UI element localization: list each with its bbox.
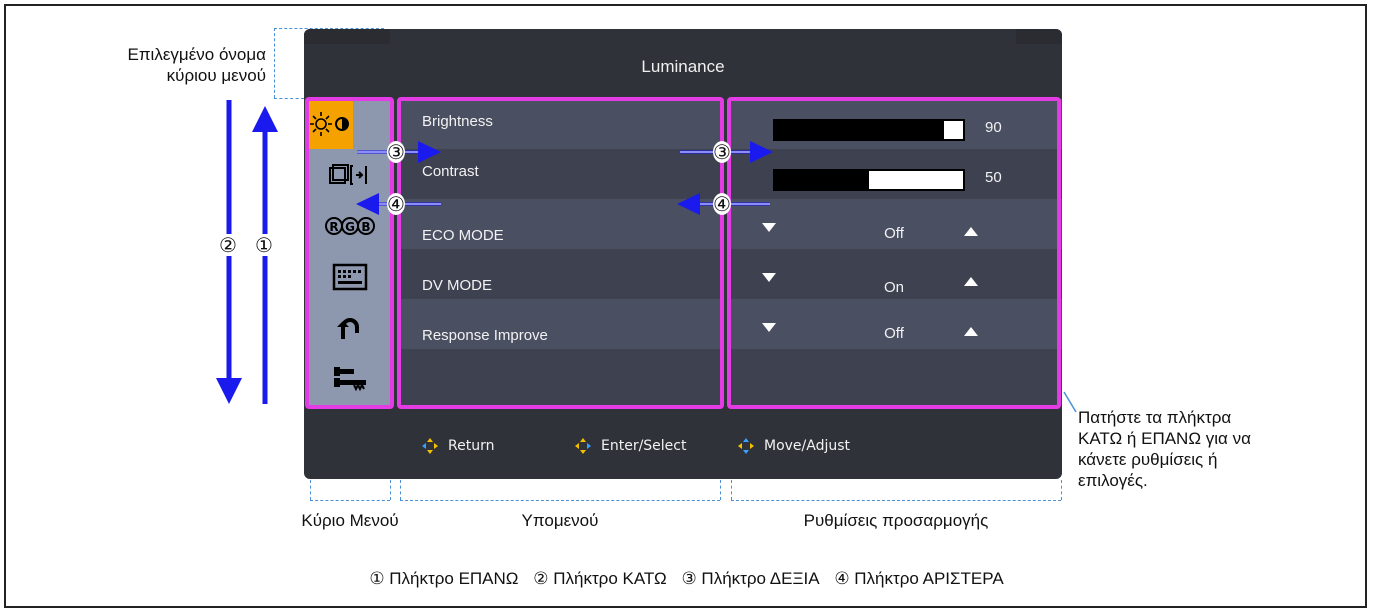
key-legend: ① Πλήκτρο ΕΠΑΝΩ ② Πλήκτρο ΚΑΤΩ ③ Πλήκτρο… (0, 569, 1373, 589)
legend-right: ③ Πλήκτρο ΔΕΞΙΑ (681, 569, 820, 588)
legend-up: ① Πλήκτρο ΕΠΑΝΩ (369, 569, 519, 588)
callout-line: κάνετε ρυθμίσεις ή (1078, 450, 1218, 469)
guide-line (731, 500, 1061, 501)
main-menu-caption: Κύριο Μενού (301, 511, 399, 530)
guide-line (310, 480, 311, 500)
guide-line (731, 480, 732, 500)
marker-left: ④ (387, 192, 405, 216)
callout-line: Πατήστε τα πλήκτρα (1078, 408, 1232, 427)
marker-up: ① (255, 233, 273, 257)
guide-line (720, 480, 721, 500)
guide-line (400, 480, 401, 500)
marker-right: ③ (713, 140, 731, 164)
guide-line (400, 500, 720, 501)
diagram-frame: Επιλεγμένο όνομα κύριου μενού Luminance (0, 0, 1373, 612)
legend-left: ④ Πλήκτρο ΑΡΙΣΤΕΡΑ (834, 569, 1004, 588)
marker-left: ④ (713, 192, 731, 216)
guide-line (310, 500, 390, 501)
marker-down: ② (219, 233, 237, 257)
submenu-caption: Υπομενού (521, 511, 599, 530)
legend-down: ② Πλήκτρο ΚΑΤΩ (533, 569, 667, 588)
callout-line: επιλογές. (1078, 471, 1148, 490)
annotation-overlay (216, 100, 1077, 413)
guide-line (1061, 480, 1062, 500)
callout-leader (1063, 391, 1077, 413)
guide-line (390, 480, 391, 500)
callout-line: ΚΑΤΩ ή ΕΠΑΝΩ για να (1078, 429, 1251, 448)
marker-right: ③ (387, 140, 405, 164)
press-keys-callout: Πατήστε τα πλήκτρα ΚΑΤΩ ή ΕΠΑΝΩ για να κ… (1078, 407, 1338, 491)
adjust-settings-caption: Ρυθμίσεις προσαρμογής (803, 511, 989, 530)
